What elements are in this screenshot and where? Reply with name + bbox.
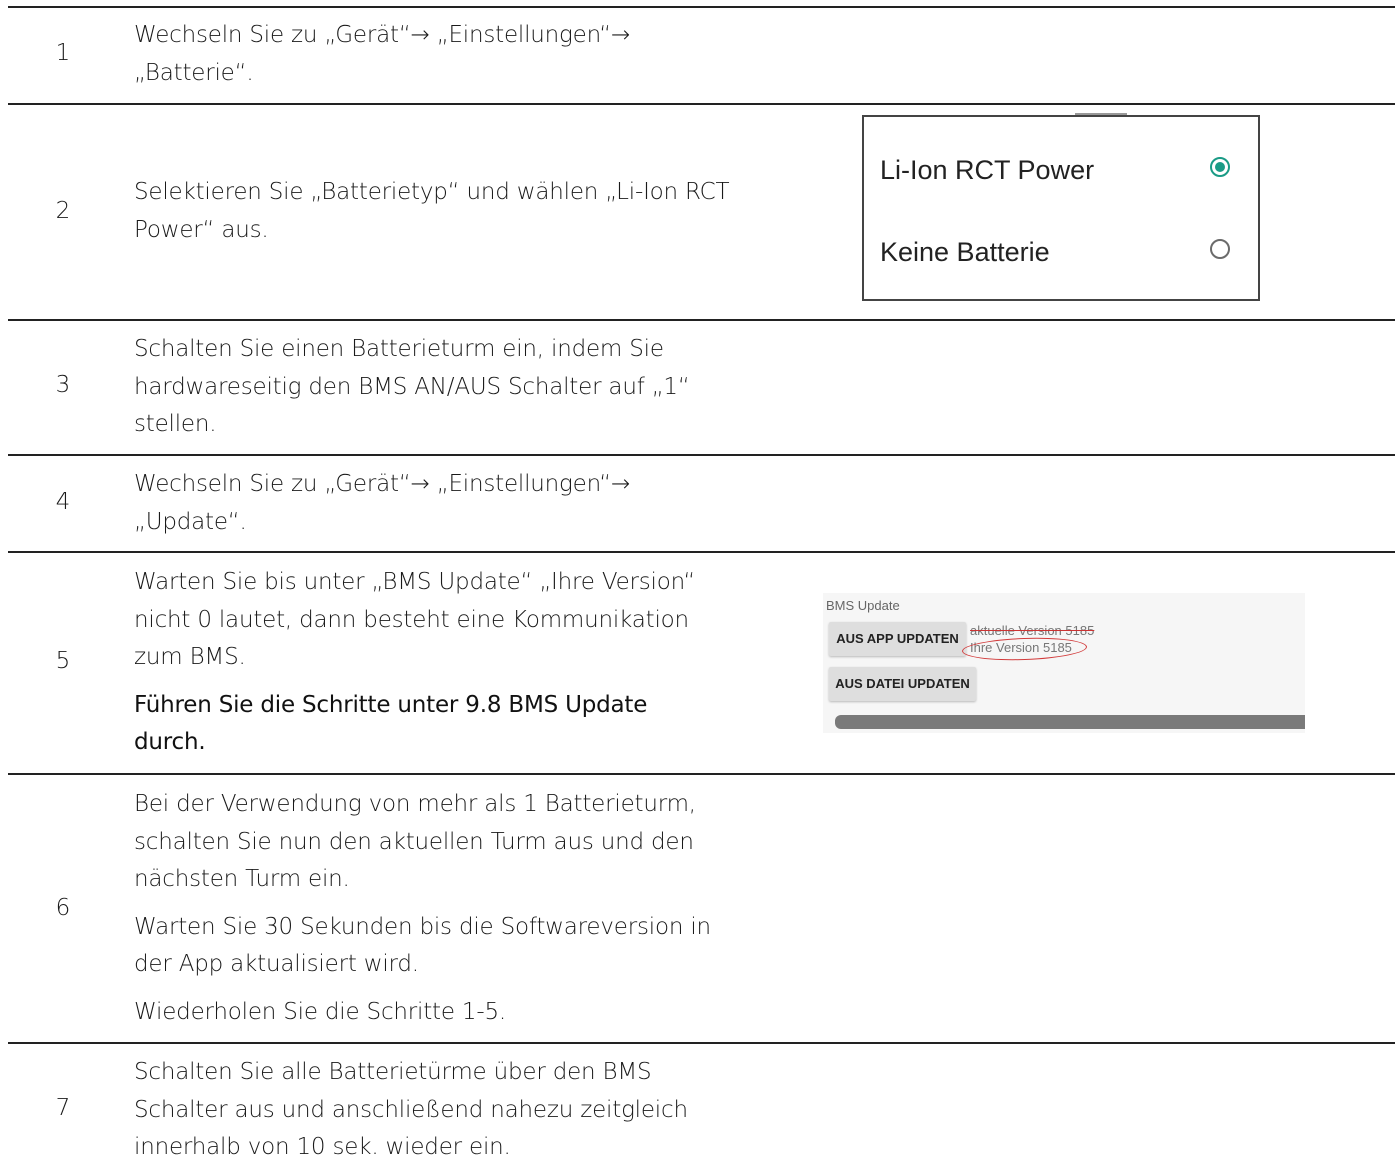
step-paragraph: Selektieren Sie „Batterietyp“ und wählen… [134, 179, 730, 243]
step-text: Wechseln Sie zu „Gerät“→ „Einstellungen“… [134, 17, 694, 92]
table-rule [8, 6, 1395, 8]
step-text: Selektieren Sie „Batterietyp“ und wählen… [134, 174, 734, 249]
bms-update-panel: BMS Update AUS APP UPDATEN aktuelle Vers… [823, 593, 1305, 733]
radio-option-keine-batterie[interactable]: Keine Batterie [880, 231, 1244, 271]
step-paragraph: Bei der Verwendung von mehr als 1 Batter… [134, 791, 696, 892]
step-number: 2 [55, 198, 71, 224]
radio-option-label: Li-Ion RCT Power [880, 155, 1095, 185]
step-paragraph: Wechseln Sie zu „Gerät“→ „Einstellungen“… [134, 22, 631, 86]
step-paragraph: Warten Sie 30 Sekunden bis die Softwarev… [134, 913, 711, 978]
step-paragraph: Schalten Sie alle Batterietürme über den… [134, 1059, 688, 1160]
step-text: Schalten Sie alle Batterietürme über den… [134, 1054, 734, 1167]
radio-checked-icon[interactable] [1210, 157, 1230, 177]
step-paragraph-emphasis: Führen Sie die Schritte unter 9.8 BMS Up… [134, 691, 648, 756]
step-number: 6 [55, 895, 71, 921]
battery-type-dialog: Li-Ion RCT Power Keine Batterie [862, 115, 1260, 301]
step-text: Schalten Sie einen Batterieturm ein, ind… [134, 331, 714, 444]
step-number: 4 [55, 489, 71, 515]
step-number: 5 [55, 648, 71, 674]
step-paragraph: Warten Sie bis unter „BMS Update“ „Ihre … [134, 569, 696, 670]
table-rule [8, 551, 1395, 553]
step-text: Wechseln Sie zu „Gerät“→ „Einstellungen“… [134, 466, 694, 541]
step-text: Bei der Verwendung von mehr als 1 Batter… [134, 786, 714, 1031]
bms-update-title: BMS Update [826, 598, 900, 613]
update-from-file-button[interactable]: AUS DATEI UPDATEN [829, 667, 976, 701]
radio-option-li-ion[interactable]: Li-Ion RCT Power [880, 149, 1244, 189]
step-paragraph: Schalten Sie einen Batterieturm ein, ind… [134, 336, 690, 437]
radio-unchecked-icon[interactable] [1210, 239, 1230, 259]
radio-option-label: Keine Batterie [880, 237, 1050, 267]
table-rule [8, 103, 1395, 105]
step-paragraph: Wechseln Sie zu „Gerät“→ „Einstellungen“… [134, 471, 631, 535]
table-rule [8, 1042, 1395, 1044]
current-version-text: aktuelle Version 5185 [970, 623, 1095, 638]
step-paragraph: Wiederholen Sie die Schritte 1-5. [134, 998, 507, 1025]
table-rule [8, 319, 1395, 321]
step-text: Warten Sie bis unter „BMS Update“ „Ihre … [134, 564, 714, 762]
update-from-app-button[interactable]: AUS APP UPDATEN [829, 622, 966, 656]
table-rule [8, 773, 1395, 775]
step-number: 1 [55, 40, 71, 66]
step-number: 3 [55, 372, 71, 398]
step-number: 7 [55, 1095, 71, 1121]
table-rule [8, 454, 1395, 456]
progress-bar [835, 715, 1305, 729]
